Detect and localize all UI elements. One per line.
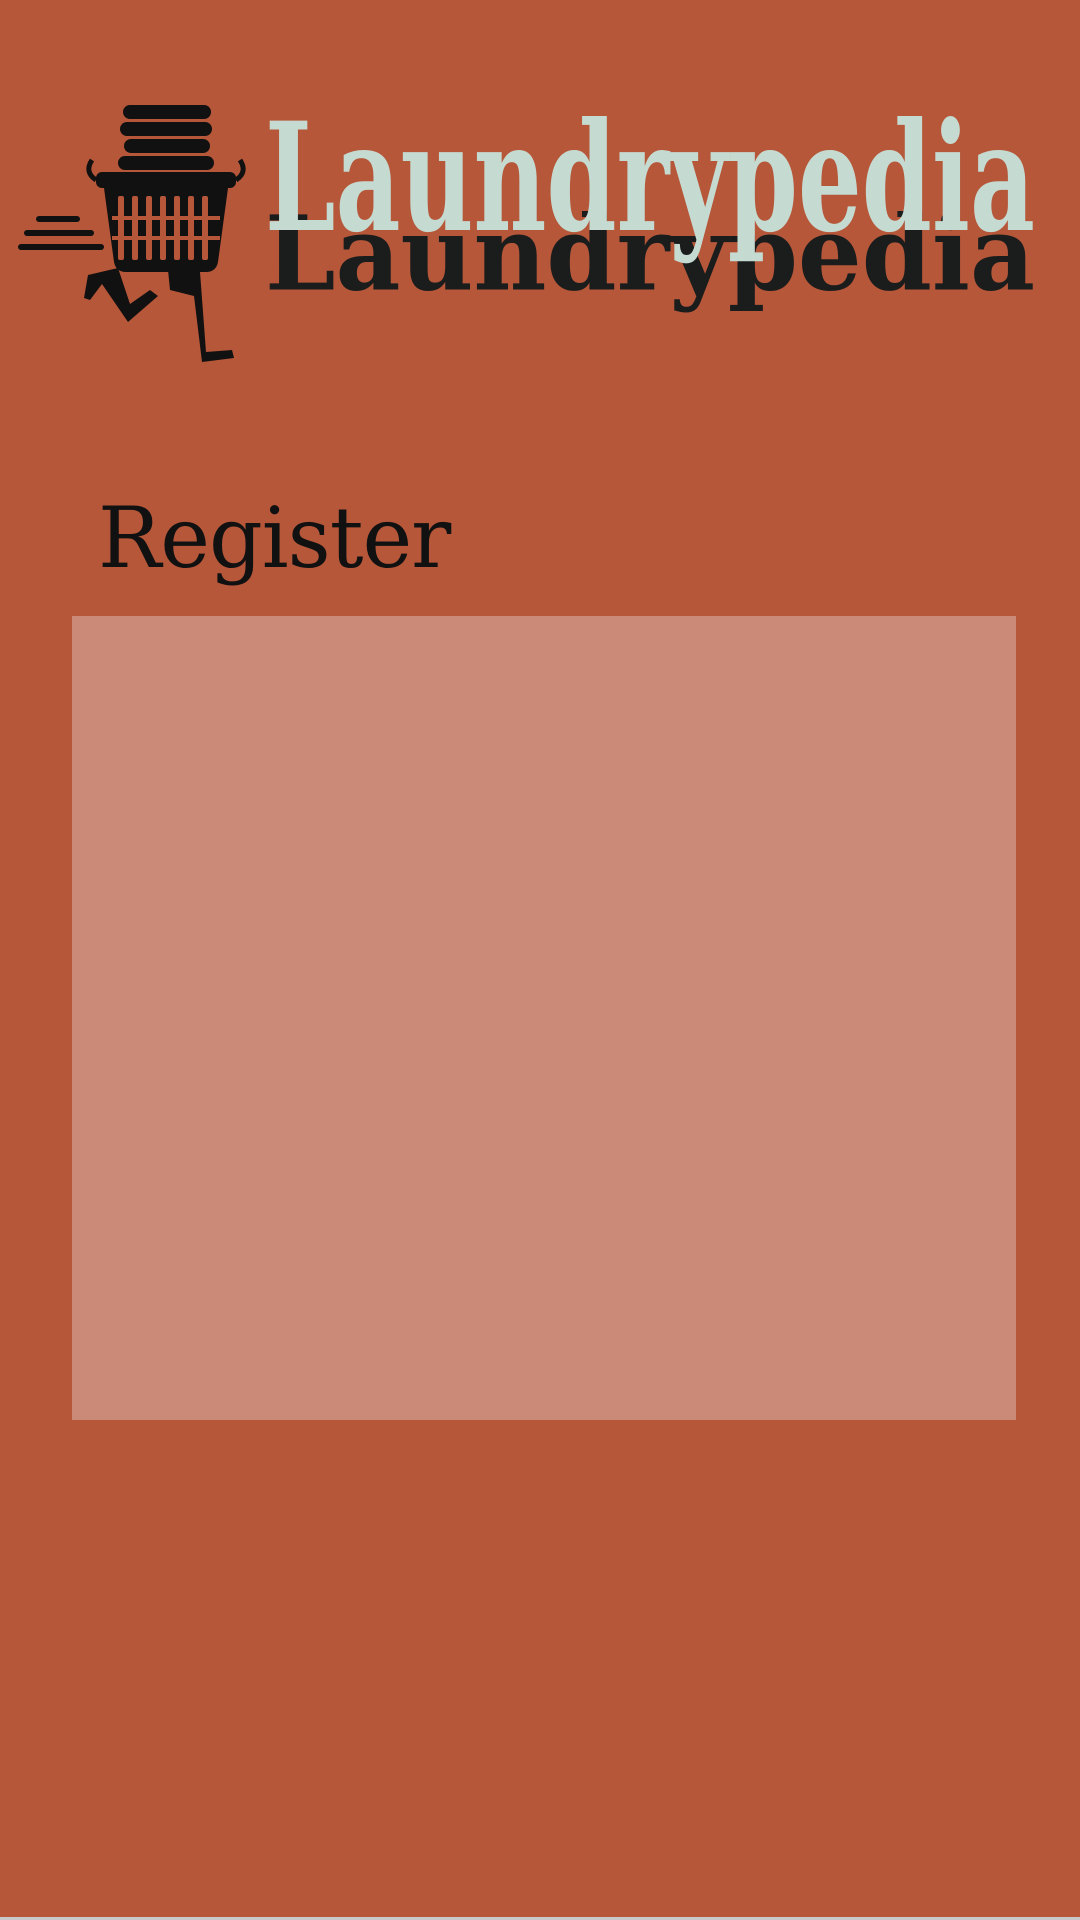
laundry-basket-runner-icon [18,105,246,362]
app-logo-wordmark-text: Laundrypedia [265,90,1035,266]
page-title: Register [98,489,451,587]
register-form-panel [72,616,1016,1420]
app-logo-wordmark: Laundrypedia Laundrypedia [265,90,1035,314]
app-header: Laundrypedia Laundrypedia [0,0,1080,380]
register-screen: Laundrypedia Laundrypedia Register [0,0,1080,1920]
